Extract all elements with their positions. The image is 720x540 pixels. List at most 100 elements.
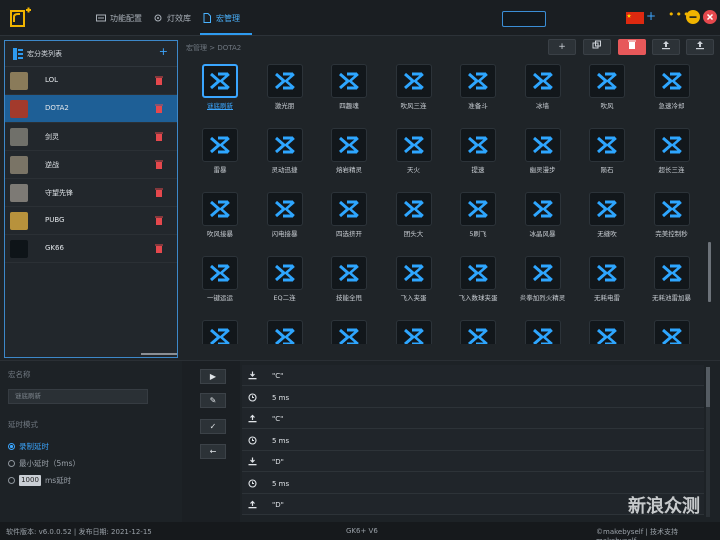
macro-tile[interactable]: 技能全甩 [329, 256, 369, 302]
add-category-button[interactable]: + [159, 45, 168, 58]
macro-tile-label: 炎拳加烈火精灵 [519, 294, 566, 302]
macro-category-item[interactable]: LOL [5, 67, 177, 95]
language-add-icon[interactable]: + [646, 9, 656, 23]
download-icon [248, 457, 257, 466]
macro-tile[interactable]: 无缝吹 [587, 192, 627, 238]
macro-tile[interactable]: EQ二连 [265, 256, 305, 302]
add-macro-button[interactable]: + [548, 39, 576, 55]
macro-tile[interactable] [200, 320, 240, 344]
import-macro-button[interactable] [686, 39, 714, 55]
china-flag-icon[interactable] [626, 12, 644, 24]
macro-tile[interactable] [329, 320, 369, 344]
macro-tile[interactable]: 超长三连 [652, 128, 692, 174]
macro-step-row[interactable]: 5 ms [242, 387, 704, 408]
trash-icon[interactable] [155, 188, 163, 197]
macro-tile[interactable]: 冰晶风暴 [523, 192, 563, 238]
copy-macro-button[interactable] [583, 39, 611, 55]
confirm-button[interactable]: ✓ [200, 419, 226, 434]
macro-tile[interactable]: 5刷飞 [458, 192, 498, 238]
macro-icon [589, 256, 625, 290]
macro-tile[interactable]: 天火 [394, 128, 434, 174]
macro-tile[interactable]: 灵动迅捷 [265, 128, 305, 174]
edit-button[interactable]: ✎ [200, 393, 226, 408]
macro-step-row[interactable]: "C" [242, 365, 704, 386]
steps-scrollbar[interactable] [706, 367, 710, 517]
radio-record-delay[interactable]: 录制延时 [8, 441, 49, 452]
macro-category-item[interactable]: PUBG [5, 207, 177, 235]
keyboard-device-icon[interactable] [502, 11, 546, 27]
custom-delay-input[interactable]: 1000 [19, 475, 41, 486]
nav-feature-config[interactable]: 功能配置 [96, 10, 142, 26]
macro-tile[interactable]: 一键运运 [200, 256, 240, 302]
nav-macro-manager[interactable]: 宏管理 [202, 10, 240, 26]
macro-tile[interactable]: 吹风 [587, 64, 627, 110]
macro-tile-label: 陨石 [600, 166, 614, 174]
radio-min-delay[interactable]: 最小延时（5ms） [8, 458, 80, 469]
nav-light-library[interactable]: 灯效库 [153, 10, 191, 26]
macro-tile[interactable]: 熔岩精灵 [329, 128, 369, 174]
macro-tile[interactable]: 激光朋 [265, 64, 305, 110]
macro-icon [460, 320, 496, 344]
radio-dot [8, 477, 15, 484]
macro-name-input[interactable]: 谜底刷新 [8, 389, 148, 404]
macro-step-text: "D" [272, 501, 284, 509]
macro-tile[interactable] [458, 320, 498, 344]
trash-icon[interactable] [155, 160, 163, 169]
macro-tile[interactable]: 雷暴 [200, 128, 240, 174]
macro-tile[interactable]: 飞入夹蛋 [394, 256, 434, 302]
macro-category-item[interactable]: 守望先锋 [5, 179, 177, 207]
macro-tile[interactable]: 谜底刷新 [200, 64, 240, 110]
game-thumbnail-icon [10, 240, 28, 258]
panel-scrollbar[interactable] [141, 353, 177, 355]
trash-icon[interactable] [155, 104, 163, 113]
macro-tile[interactable]: 炎拳加烈火精灵 [520, 256, 565, 302]
macro-category-item[interactable]: DOTA2 [5, 95, 177, 123]
macro-tile[interactable]: 幽灵漫步 [523, 128, 563, 174]
macro-tile[interactable]: 无耗电雷 [587, 256, 627, 302]
game-thumbnail-icon [10, 156, 28, 174]
trash-icon[interactable] [155, 244, 163, 253]
macro-tile[interactable] [652, 320, 692, 344]
grid-scrollbar[interactable] [708, 242, 711, 302]
macro-category-item[interactable]: GK66 [5, 235, 177, 263]
macro-tile[interactable]: 四选挤开 [329, 192, 369, 238]
macro-tile[interactable]: 吹风接暴 [200, 192, 240, 238]
trash-icon[interactable] [155, 216, 163, 225]
back-button[interactable]: ← [200, 444, 226, 459]
macro-tile[interactable]: 冰墙 [523, 64, 563, 110]
macro-tile[interactable]: 完美控制秒 [652, 192, 692, 238]
macro-tile[interactable]: 陨石 [587, 128, 627, 174]
macro-tile[interactable]: 飞入数球夹蛋 [458, 256, 498, 302]
minimize-button[interactable] [686, 10, 700, 24]
macro-tile[interactable]: 提速 [458, 128, 498, 174]
macro-step-row[interactable]: 5 ms [242, 430, 704, 451]
macro-tile-label: 四选挤开 [336, 230, 362, 238]
macro-step-row[interactable]: 5 ms [242, 473, 704, 494]
radio-custom-delay[interactable]: 1000 ms延时 [8, 475, 71, 486]
close-button[interactable] [703, 10, 717, 24]
macro-tile-label: 无缝吹 [597, 230, 617, 238]
macro-step-row[interactable]: "C" [242, 408, 704, 429]
macro-tile[interactable] [265, 320, 305, 344]
macro-tile[interactable]: 吹风三连 [394, 64, 434, 110]
macro-tile[interactable]: 无耗池雷加暴 [652, 256, 692, 302]
nav-macro-manager-label: 宏管理 [216, 13, 240, 23]
macro-tile[interactable]: 准备斗 [458, 64, 498, 110]
macro-category-item[interactable]: 逆战 [5, 151, 177, 179]
macro-tile[interactable]: 急速冷却 [652, 64, 692, 110]
delete-macro-button[interactable] [618, 39, 646, 55]
macro-tile[interactable] [394, 320, 434, 344]
trash-icon[interactable] [155, 132, 163, 141]
play-button[interactable]: ▶ [200, 369, 226, 384]
export-macro-button[interactable] [652, 39, 680, 55]
macro-tile[interactable] [523, 320, 563, 344]
macro-tile[interactable]: 团头大 [394, 192, 434, 238]
trash-icon[interactable] [155, 76, 163, 85]
macro-tile[interactable]: 闪电接暴 [265, 192, 305, 238]
macro-tile[interactable]: 四趣魂 [329, 64, 369, 110]
macro-step-row[interactable]: "D" [242, 451, 704, 472]
macro-category-item[interactable]: 剑灵 [5, 123, 177, 151]
macro-category-list: LOL DOTA2 剑灵 逆战 守望先锋 PUBG GK66 [5, 67, 177, 263]
macro-tile[interactable] [587, 320, 627, 344]
macro-icon [653, 128, 690, 162]
